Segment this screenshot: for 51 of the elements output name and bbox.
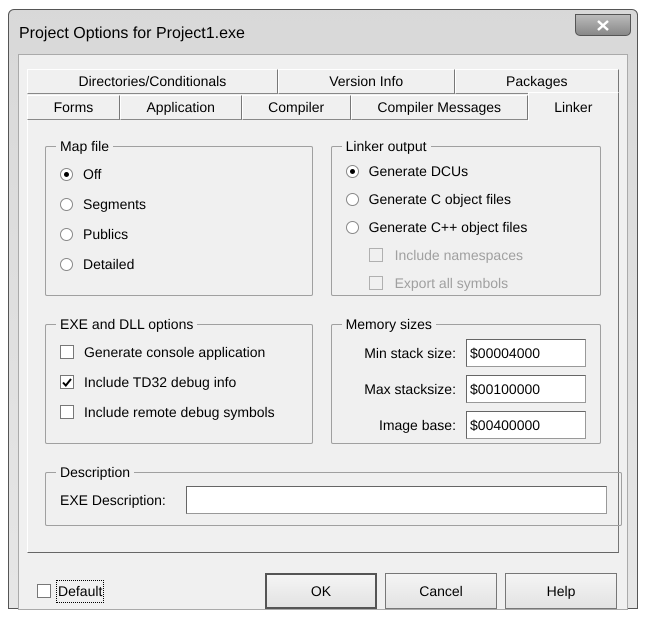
tab[interactable]: Directories/Conditionals [27, 69, 278, 94]
tab[interactable]: Forms [27, 95, 120, 120]
option-label: Generate C++ object files [368, 218, 528, 237]
field-label: Min stack size: [364, 344, 456, 362]
radio-button[interactable] [60, 258, 73, 270]
dialog-button[interactable]: OK [265, 573, 377, 609]
input-field[interactable]: $00100000 [466, 375, 586, 403]
close-icon [597, 20, 609, 30]
option-label: Include TD32 debug info [84, 372, 236, 392]
group-title: Description [59, 463, 132, 482]
option-label: Export all symbols [394, 274, 508, 293]
radio-button[interactable] [346, 164, 359, 178]
tab[interactable]: Linker [528, 92, 619, 121]
option-label: Off [83, 164, 102, 184]
group-title: Map file [59, 137, 110, 156]
option-label: Publics [83, 224, 128, 244]
checkbox[interactable] [60, 345, 74, 359]
group-title: EXE and DLL options [59, 315, 194, 334]
tab[interactable]: Packages [454, 69, 619, 94]
option-label: Generate DCUs [368, 162, 468, 180]
radio-button[interactable] [60, 228, 73, 240]
radio-button[interactable] [346, 192, 359, 206]
radio-button[interactable] [60, 168, 73, 180]
window-title: Project Options for Project1.exe [19, 24, 246, 44]
close-button[interactable] [575, 14, 631, 36]
radio-button[interactable] [60, 198, 73, 210]
field-label: Max stacksize: [364, 380, 456, 398]
option-label: Include remote debug symbols [84, 402, 275, 422]
checkbox[interactable] [37, 584, 51, 598]
input-field[interactable] [186, 486, 607, 514]
field-label: EXE Description: [60, 490, 166, 510]
option-label: Generate console application [84, 342, 266, 362]
dialog-button[interactable]: Cancel [385, 573, 497, 609]
input-field[interactable]: $00004000 [466, 339, 586, 367]
radio-button[interactable] [346, 220, 359, 234]
tab[interactable]: Compiler [242, 95, 351, 120]
checkbox-label: Default [57, 580, 104, 602]
field-label: Image base: [378, 416, 456, 435]
option-label: Include namespaces [394, 246, 523, 265]
tab[interactable]: Compiler Messages [350, 95, 528, 120]
option-label: Generate C object files [368, 190, 511, 209]
group-title: Linker output [344, 137, 428, 156]
input-field[interactable]: $00400000 [466, 411, 586, 439]
option-label: Segments [83, 194, 146, 214]
option-label: Detailed [83, 254, 134, 274]
group-title: Memory sizes [344, 315, 433, 334]
dialog-button[interactable]: Help [505, 573, 617, 609]
checkbox[interactable] [60, 375, 74, 389]
checkbox[interactable] [60, 405, 74, 419]
tab[interactable]: Application [120, 95, 242, 120]
tab[interactable]: Version Info [278, 69, 455, 94]
